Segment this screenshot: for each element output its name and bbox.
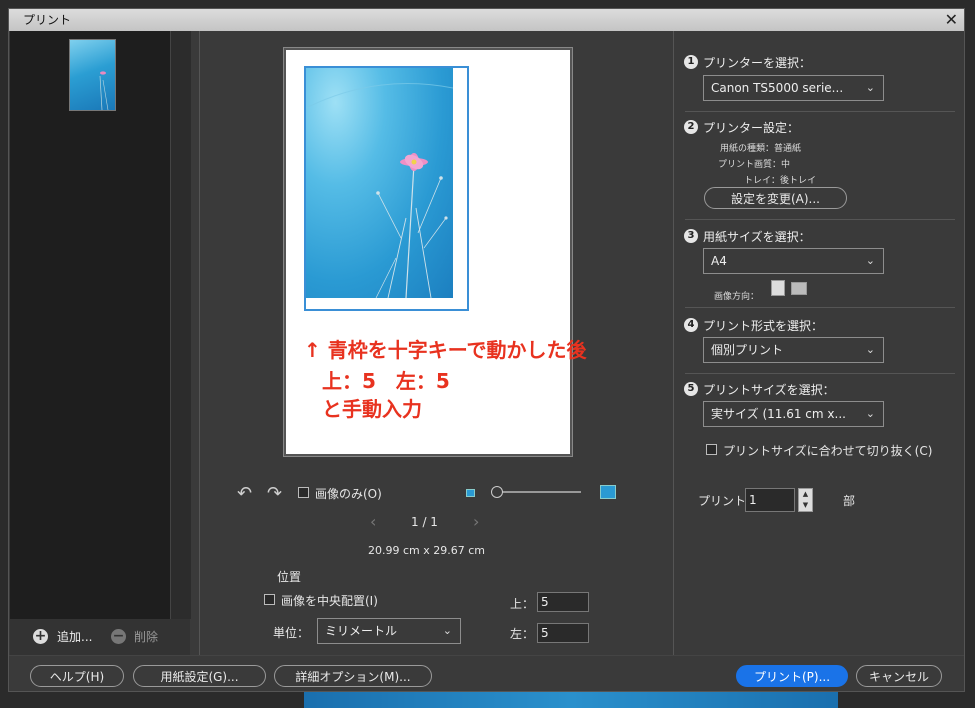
step-4-number: 4 — [684, 318, 698, 332]
zoom-large-icon[interactable] — [600, 485, 616, 499]
copies-unit: 部 — [843, 494, 856, 508]
left-input[interactable]: 5 — [537, 623, 589, 643]
print-dialog: プリント ✕ + 追加... − 削除 ↑ 青枠を十字キーで動かした後 上：5 … — [8, 8, 965, 692]
top-label: 上： — [510, 597, 535, 611]
title-bar: プリント ✕ — [9, 9, 964, 31]
printer-select-value: Canon TS5000 serie... — [711, 81, 844, 95]
paper-size-select[interactable]: A4 ⌄ — [703, 248, 884, 274]
print-format-select-value: 個別プリント — [711, 343, 784, 357]
stepper-up-icon[interactable]: ▲ — [799, 489, 812, 500]
thumbnail-scrollbar[interactable] — [170, 31, 191, 619]
chevron-down-icon: ⌄ — [865, 254, 875, 267]
print-size-select[interactable]: 実サイズ (11.61 cm x... ⌄ — [703, 401, 884, 427]
center-image-label[interactable]: 画像を中央配置(I) — [281, 592, 378, 609]
stepper-down-icon[interactable]: ▼ — [799, 500, 812, 511]
rotate-right-icon[interactable]: ↷ — [267, 483, 282, 504]
step-4-label: プリント形式を選択： — [703, 319, 824, 333]
chevron-down-icon: ⌄ — [442, 624, 452, 637]
footer-divider — [9, 655, 964, 656]
thumbnail-toolbar: + 追加... − 削除 — [10, 619, 190, 655]
orientation-label: 画像方向： — [714, 292, 760, 302]
print-button[interactable]: プリント(P)... — [736, 665, 848, 687]
annotation-line-2: 上：5 左：5 — [322, 369, 450, 393]
window-title: プリント — [23, 13, 72, 27]
page-indicator: 1 / 1 — [411, 515, 438, 529]
paper-type-text: 用紙の種類：普通紙 — [720, 144, 802, 154]
landscape-orientation-icon[interactable] — [791, 282, 807, 295]
copies-input[interactable]: 1 — [745, 488, 795, 512]
paper-size-select-value: A4 — [711, 254, 727, 268]
add-button-label[interactable]: 追加... — [57, 628, 92, 645]
thumbnail-list — [10, 31, 170, 619]
divider-left — [199, 31, 200, 655]
step-5-label: プリントサイズを選択： — [703, 383, 835, 397]
copies-label: プリント — [698, 494, 747, 508]
crop-to-fit-checkbox[interactable] — [706, 444, 717, 455]
divider-right — [673, 31, 674, 655]
zoom-small-icon[interactable] — [466, 489, 475, 497]
annotation-line-1: ↑ 青枠を十字キーで動かした後 — [304, 338, 587, 362]
step-2-number: 2 — [684, 120, 698, 134]
change-settings-button[interactable]: 設定を変更(A)... — [704, 187, 847, 209]
step-1-label: プリンターを選択： — [703, 56, 812, 70]
copies-stepper[interactable]: ▲ ▼ — [798, 488, 813, 512]
left-label: 左： — [510, 627, 535, 641]
chevron-down-icon: ⌄ — [865, 343, 875, 356]
flower-thumbnail-art — [99, 71, 109, 110]
image-only-checkbox[interactable] — [298, 487, 309, 498]
flower-photo-art — [306, 83, 453, 298]
rotate-left-icon[interactable]: ↶ — [237, 483, 252, 504]
page-preview: ↑ 青枠を十字キーで動かした後 上：5 左：5 と手動入力 — [284, 48, 587, 456]
printer-select[interactable]: Canon TS5000 serie... ⌄ — [703, 75, 884, 101]
divider-step-3 — [685, 307, 955, 308]
chevron-right-icon[interactable]: › — [473, 512, 479, 531]
delete-icon[interactable]: − — [111, 629, 126, 644]
unit-select-value: ミリメートル — [325, 624, 398, 638]
page-setup-button[interactable]: 用紙設定(G)... — [133, 665, 266, 687]
chevron-left-icon[interactable]: ‹ — [370, 512, 376, 531]
chevron-down-icon: ⌄ — [865, 81, 875, 94]
top-input[interactable]: 5 — [537, 592, 589, 612]
unit-select[interactable]: ミリメートル ⌄ — [317, 618, 461, 644]
cancel-button[interactable]: キャンセル — [856, 665, 942, 687]
print-quality-text: プリント画質：中 — [718, 160, 791, 170]
portrait-orientation-icon[interactable] — [771, 280, 785, 296]
step-2-label: プリンター設定： — [703, 121, 800, 135]
background-photo-strip — [304, 692, 838, 708]
zoom-slider-handle[interactable] — [491, 486, 503, 498]
step-5-number: 5 — [684, 382, 698, 396]
step-3-number: 3 — [684, 229, 698, 243]
print-format-select[interactable]: 個別プリント ⌄ — [703, 337, 884, 363]
preview-photo[interactable] — [306, 68, 453, 298]
image-only-label[interactable]: 画像のみ(O) — [315, 485, 382, 502]
zoom-slider-track[interactable] — [495, 491, 581, 493]
position-heading: 位置 — [277, 570, 302, 584]
unit-label: 単位： — [273, 626, 310, 640]
close-icon[interactable]: ✕ — [945, 9, 958, 31]
step-3-label: 用紙サイズを選択： — [703, 230, 811, 244]
help-button[interactable]: ヘルプ(H) — [30, 665, 124, 687]
more-options-button[interactable]: 詳細オプション(M)... — [274, 665, 432, 687]
divider-step-2 — [685, 219, 955, 220]
annotation-line-3: と手動入力 — [322, 397, 422, 421]
chevron-down-icon: ⌄ — [865, 407, 875, 420]
crop-to-fit-label[interactable]: プリントサイズに合わせて切り抜く(C) — [723, 442, 932, 459]
divider-step-1 — [685, 111, 955, 112]
paper-dimensions: 20.99 cm x 29.67 cm — [368, 544, 486, 557]
delete-button-label[interactable]: 削除 — [134, 628, 158, 645]
print-size-select-value: 実サイズ (11.61 cm x... — [711, 407, 846, 421]
add-icon[interactable]: + — [33, 629, 48, 644]
center-image-checkbox[interactable] — [264, 594, 275, 605]
step-1-number: 1 — [684, 55, 698, 69]
tray-text: トレイ：後トレイ — [744, 176, 817, 186]
photo-thumbnail[interactable] — [69, 39, 116, 111]
divider-step-4 — [685, 373, 955, 374]
